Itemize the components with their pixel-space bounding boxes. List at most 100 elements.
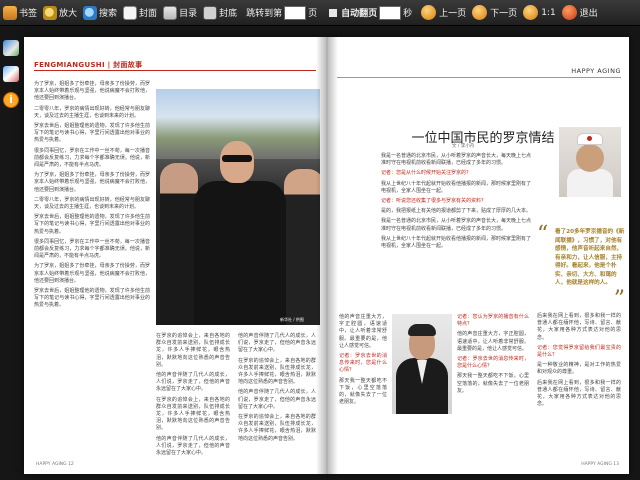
search-icon: [83, 5, 98, 20]
toc-icon: [163, 5, 178, 20]
front-cover-icon: [123, 5, 138, 20]
paragraph: 他的声音庄重大方，字正腔圆，语速适中，让人听着非常舒服。最重要的是，他让人感觉可…: [457, 331, 529, 352]
left-page[interactable]: FENGMIANGUSHI | 封面故事 为了罗京，姐姐多了份牵挂，母亲多了份操…: [24, 37, 326, 474]
paragraph: 在罗京的追悼会上，来自各地的群众自发前来送别，队伍排成长龙，许多人手捧鲜花，眼含…: [238, 357, 316, 386]
close-quote-icon: ”: [613, 287, 625, 312]
gallery-icon[interactable]: [3, 66, 19, 82]
left-page-number: HAPPY AGING 12: [36, 462, 74, 467]
paragraph: 很多同事回忆，罗京在工作中一丝不苟，每一次播音前都会反复练习，力求每个字都准确无…: [34, 147, 150, 169]
paragraph: 后来我在网上看到，很多和我一样的普通人都在缅怀他，写诗、留言、献花，大家用各种方…: [537, 379, 621, 408]
left-page-header: FENGMIANGUSHI | 封面故事: [34, 61, 143, 69]
info-icon[interactable]: i: [3, 92, 19, 108]
interview-question: 记者：您认为罗京的播音有什么特点？: [457, 314, 529, 328]
right-column-4: 后来我在网上看到，很多和我一样的普通人都在缅怀他，写诗、留言、献花，大家用各种方…: [537, 313, 621, 411]
toc-label: 目录: [179, 9, 198, 19]
bookmark-label: 书签: [19, 9, 38, 19]
paragraph: 罗京去世后，姐姐整理他的遗物，发现了许多他生前写下的笔记与读书心得，字里行间透露…: [34, 214, 150, 235]
paragraph: 我是一名普通的北京市民，从小听着罗京的声音长大，每天晚上七点准时守在电视机前收看…: [381, 153, 532, 167]
right-column-1: 我是一名普通的北京市民，从小听着罗京的声音长大，每天晚上七点准时守在电视机前收看…: [381, 153, 531, 253]
zoom-icon: [43, 5, 58, 20]
paragraph: 我从上世纪八十年代起就开始收看他播报的新闻，那时候家里刚有了电视机，全家人围坐在…: [381, 235, 532, 250]
left-column-3: 他的声音伴随了几代人的成长，人们说，罗京走了，但他的声音永远留在了大家心中。 在…: [238, 333, 316, 446]
paragraph: 为了罗京，姐姐多了份牵挂，母亲多了份操劳，而罗京本人始终带着乐观与坚强，他说病魔…: [34, 263, 150, 284]
paragraph: 在罗京的追悼会上，来自各地的群众自发前来送别，队伍排成长龙，许多人手捧鲜花，眼含…: [156, 396, 230, 432]
article-byline: 文 / 李小舟: [452, 144, 475, 149]
next-page-label: 下一页: [490, 9, 518, 19]
paragraph: 为了罗京，姐姐多了份牵挂，母亲多了份操劳，而罗京本人始终带着乐观与坚强，他说病魔…: [34, 81, 150, 102]
paragraph: 他的声音伴随了几代人的成长，人们说，罗京走了，但他的声音永远留在了大家心中。: [156, 372, 230, 393]
seconds-unit-label: 秒: [403, 9, 413, 19]
interview-question: 记者：您是从什么时候开始关注罗京的？: [381, 170, 472, 177]
header-rule: [337, 77, 621, 78]
toc-button[interactable]: 目录: [160, 2, 200, 24]
paragraph: 是一种敬业的精神，是对工作的热爱和对观众的尊重。: [537, 362, 621, 376]
paragraph: 我是一名普通的北京市民，从小听着罗京的声音长大，每天晚上七点准时守在电视机前收看…: [381, 218, 532, 232]
photo-credit: 新华社 / 供图: [280, 317, 304, 322]
zoom-button[interactable]: 放大: [40, 2, 80, 24]
paragraph: 在罗京的追悼会上，来自各地的群众自发前来送别，队伍排成长龙，许多人手捧鲜花，眼含…: [156, 333, 230, 368]
open-quote-icon: “: [537, 222, 549, 247]
interview-question: 记者：您觉得罗京留给我们最宝贵的是什么？: [537, 344, 621, 359]
front-cover-label: 封面: [139, 9, 158, 19]
paragraph: 罗京去世后，姐姐整理他的遗物，发现了许多他生前写下的笔记与读书心得，字里行间透露…: [34, 123, 150, 144]
interview-question: 记者：罗京去世的消息传来时，您是什么心情？: [339, 353, 387, 374]
actual-size-button[interactable]: 1:1: [520, 2, 558, 24]
pull-quote: “ 看了20多年罗京播音的《新闻联播》，习惯了，对他有感情，他声音听起来自然，有…: [537, 222, 627, 311]
zoom-label: 放大: [59, 9, 78, 19]
paragraph: 二零零八年，罗京的病情出现好转，他经常与朋友聊天，谈及过去的主播生涯，也谈到未来…: [34, 105, 150, 119]
back-cover-icon: [203, 5, 218, 20]
paragraph: 为了罗京，姐姐多了份牵挂，母亲多了份操劳，而罗京本人始终带着乐观与坚强，他说病魔…: [34, 172, 150, 193]
right-page-header: HAPPY AGING: [571, 67, 621, 75]
paragraph: 二零零八年，罗京的病情出现好转，他经常与朋友聊天，谈及过去的主播生涯，也谈到未来…: [34, 196, 150, 211]
next-page-button[interactable]: 下一页: [469, 2, 520, 24]
paragraph: 罗京去世后，姐姐整理他的遗物，发现了许多他生前写下的笔记与读书心得，字里行间透露…: [34, 288, 150, 309]
header-rule: [34, 70, 316, 71]
ebook-reader-window: 书签 放大 搜索 封面 目录 封底 跳转到第 页 自动翻页 秒 上一页 下一页 …: [0, 0, 640, 480]
page-unit-label: 页: [308, 9, 318, 19]
right-column-3: 记者：您认为罗京的播音有什么特点？ 他的声音庄重大方，字正腔圆，语速适中，让人听…: [457, 314, 529, 398]
paragraph: 他的声音伴随了几代人的成长，人们说，罗京走了，但他的声音永远留在了大家心中。: [238, 389, 316, 410]
funeral-photo: [156, 89, 320, 325]
library-icon[interactable]: [3, 40, 19, 56]
right-page[interactable]: HAPPY AGING 一位中国市民的罗京情结 文 / 李小舟 我是一名普通的北…: [327, 37, 629, 474]
bookmark-icon: [3, 5, 17, 20]
page-number-input[interactable]: [284, 5, 307, 20]
paragraph: 很多同事回忆，罗京在工作中一丝不苟，每一次播音前都会反复练习，力求每个字都准确无…: [34, 238, 150, 260]
search-button[interactable]: 搜索: [80, 2, 120, 24]
citizen-portrait-photo: [559, 127, 621, 197]
auto-flip-toggle-icon[interactable]: [329, 8, 338, 17]
magazine-spread: FENGMIANGUSHI | 封面故事 为了罗京，姐姐多了份牵挂，母亲多了份操…: [24, 37, 629, 474]
paragraph: 他的声音伴随了几代人的成长，人们说，罗京走了，但他的声音永远留在了大家心中。: [238, 333, 316, 354]
paragraph: 在罗京的追悼会上，来自各地的群众自发前来送别，队伍排成长龙，许多人手捧鲜花，眼含…: [238, 414, 316, 442]
search-label: 搜索: [99, 9, 118, 19]
left-column-2: 在罗京的追悼会上，来自各地的群众自发前来送别，队伍排成长龙，许多人手捧鲜花，眼含…: [156, 333, 230, 460]
paragraph: 他的声音伴随了几代人的成长，人们说，罗京走了，但他的声音永远留在了大家心中。: [156, 435, 230, 457]
jump-to-label: 跳转到第: [246, 9, 283, 19]
paragraph: 那天我一整天都吃不下饭，心里空落落的，就像失去了一位老朋友。: [457, 373, 529, 394]
prev-page-button[interactable]: 上一页: [418, 2, 469, 24]
left-column-1: 为了罗京，姐姐多了份牵挂，母亲多了份操劳，而罗京本人始终带着乐观与坚强，他说病魔…: [34, 81, 150, 313]
paragraph: 是的，我把报纸上有关他的报道都剪了下来，贴成了厚厚的几大本。: [381, 208, 532, 215]
auto-flip-seconds-input[interactable]: [379, 5, 402, 20]
interview-question: 记者：罗京去世的消息传来时，您是什么心情？: [457, 356, 529, 370]
toolbar: 书签 放大 搜索 封面 目录 封底 跳转到第 页 自动翻页 秒 上一页 下一页 …: [0, 0, 640, 26]
exit-button[interactable]: 退出: [559, 2, 601, 24]
back-cover-button[interactable]: 封底: [200, 2, 240, 24]
paragraph: 后来我在网上看到，很多和我一样的普通人都在缅怀他，写诗、留言、献花，大家用各种方…: [537, 313, 621, 341]
magnifier-icon: [523, 5, 539, 20]
front-cover-button[interactable]: 封面: [120, 2, 160, 24]
arrow-left-icon: [421, 5, 437, 20]
luojing-portrait-photo: [392, 314, 452, 414]
paragraph: 他的声音庄重大方，字正腔圆，语速适中，让人听着非常舒服。最重要的是，他让人感觉可…: [339, 314, 387, 349]
paragraph: 我从上世纪八十年代起就开始收看他播报的新闻，那时候家里刚有了电视机，全家人围坐在…: [381, 180, 532, 194]
right-column-2: 他的声音庄重大方，字正腔圆，语速适中，让人听着非常舒服。最重要的是，他让人感觉可…: [339, 314, 387, 409]
auto-flip-label: 自动翻页: [341, 9, 378, 19]
interview-question: 记者：听说您还收集了很多与罗京有关的资料？: [381, 198, 487, 205]
actual-size-label: 1:1: [541, 7, 556, 18]
bookmark-button[interactable]: 书签: [0, 2, 40, 24]
back-cover-label: 封底: [219, 9, 238, 19]
pull-quote-text: 看了20多年罗京播音的《新闻联播》，习惯了，对他有感情，他声音听起来自然，有亲和…: [555, 229, 625, 286]
article-title: 一位中国市民的罗京情结: [411, 131, 555, 146]
exit-icon: [561, 5, 577, 20]
right-page-number: HAPPY AGING 13: [581, 462, 619, 467]
